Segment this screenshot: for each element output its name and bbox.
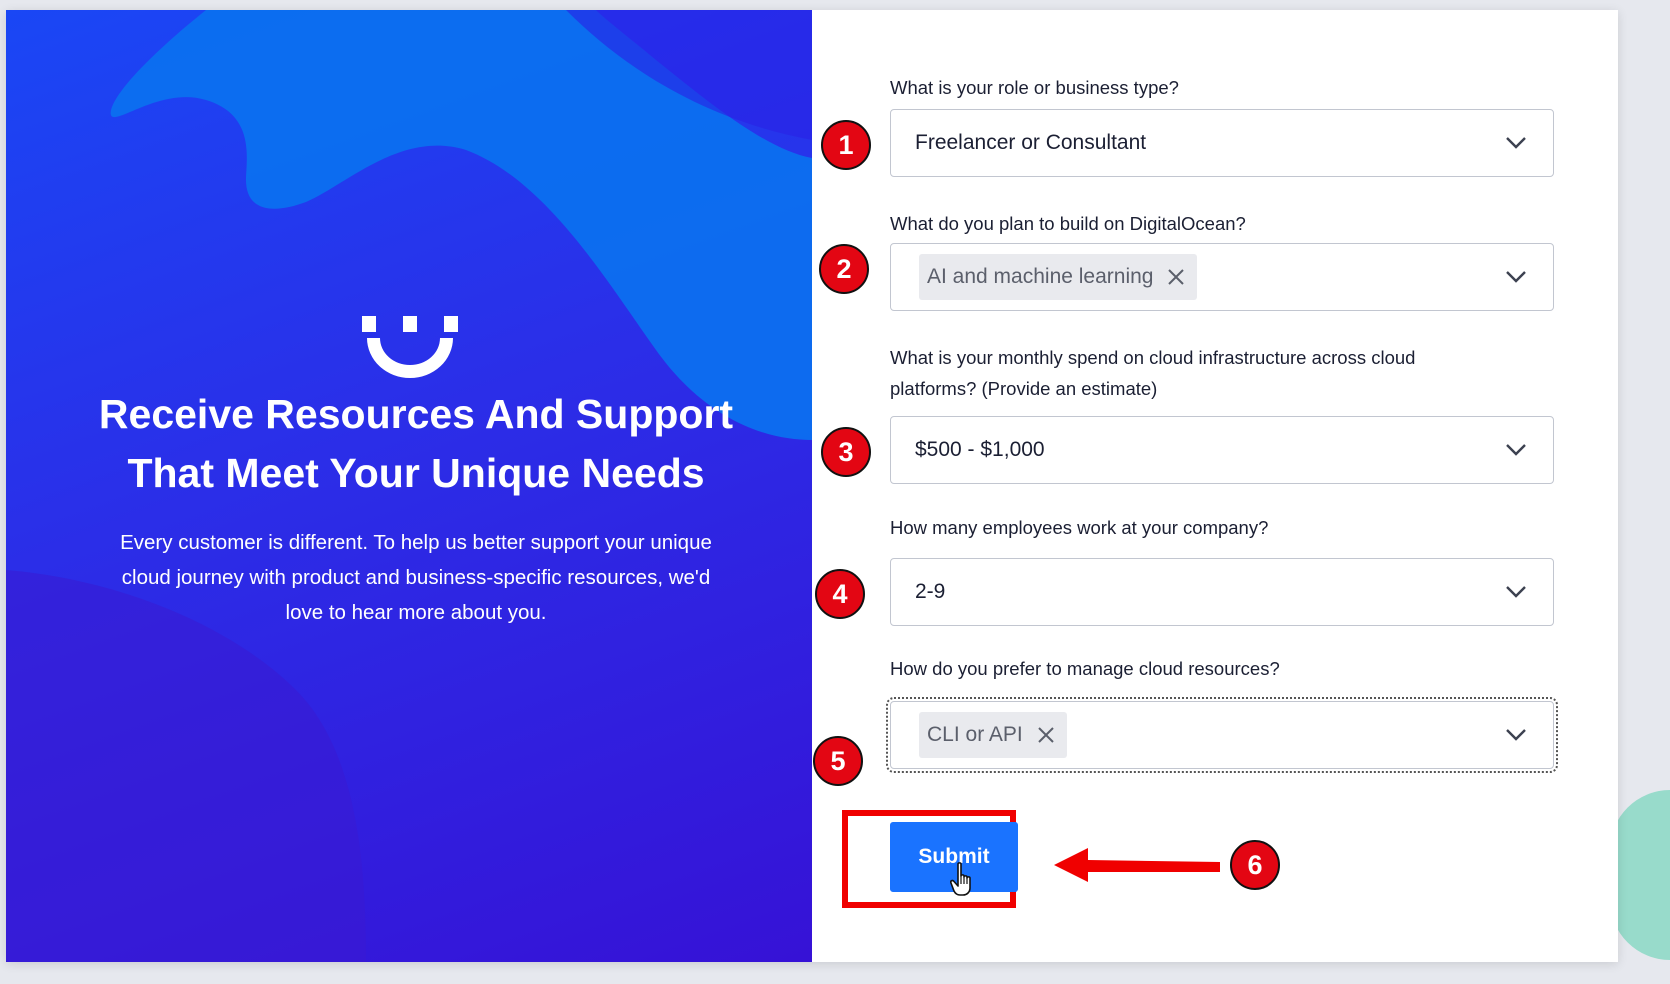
manage-question-label: How do you prefer to manage cloud resour… — [890, 658, 1280, 679]
spend-select-value: $500 - $1,000 — [915, 438, 1045, 461]
spend-label-line-2: platforms? (Provide an estimate) — [890, 378, 1158, 399]
role-select-value: Freelancer or Consultant — [915, 131, 1147, 154]
hero-description-line-1: Every customer is different. To help us … — [120, 531, 712, 554]
hero-description: Every customer is different. To help us … — [68, 525, 764, 630]
step-badge-4: 4 — [815, 569, 865, 619]
chevron-down-icon — [1506, 444, 1526, 456]
hero-description-line-3: love to hear more about you. — [285, 601, 547, 624]
hero-panel: Receive Resources And Support That Meet … — [6, 10, 812, 962]
hero-headline-line-1: Receive Resources And Support — [98, 391, 734, 437]
remove-chip-icon[interactable] — [1035, 724, 1057, 746]
signup-survey-card: Receive Resources And Support That Meet … — [6, 10, 1618, 962]
step-badge-3: 3 — [821, 427, 871, 477]
selected-chip: CLI or API — [919, 712, 1067, 758]
background-decoration — [1610, 790, 1670, 960]
red-arrow-icon — [1054, 848, 1220, 882]
spend-select[interactable]: $500 - $1,000 — [890, 416, 1554, 484]
chip-label: AI and machine learning — [927, 265, 1154, 288]
spend-label-line-1: What is your monthly spend on cloud infr… — [890, 347, 1416, 368]
hero-headline: Receive Resources And Support That Meet … — [46, 385, 786, 503]
role-select[interactable]: Freelancer or Consultant — [890, 109, 1554, 177]
chevron-down-icon — [1506, 729, 1526, 741]
hero-headline-line-2: That Meet Your Unique Needs — [127, 450, 705, 496]
remove-chip-icon[interactable] — [1165, 266, 1187, 288]
build-multiselect[interactable]: AI and machine learning — [890, 243, 1554, 311]
step-badge-1: 1 — [821, 120, 871, 170]
hand-pointer-cursor-icon — [950, 862, 971, 896]
chevron-down-icon — [1506, 271, 1526, 283]
brand-logo-icon — [362, 316, 458, 378]
spend-question-label: What is your monthly spend on cloud infr… — [890, 342, 1490, 404]
employees-question-label: How many employees work at your company? — [890, 517, 1269, 538]
selected-chip: AI and machine learning — [919, 254, 1198, 300]
step-badge-6: 6 — [1230, 840, 1280, 890]
chevron-down-icon — [1506, 137, 1526, 149]
survey-form: What is your role or business type? Free… — [812, 10, 1618, 962]
role-question-label: What is your role or business type? — [890, 77, 1179, 98]
chevron-down-icon — [1506, 586, 1526, 598]
step-badge-2: 2 — [819, 244, 869, 294]
manage-multiselect[interactable]: CLI or API — [886, 697, 1558, 773]
employees-select[interactable]: 2-9 — [890, 558, 1554, 626]
hero-description-line-2: cloud journey with product and business-… — [121, 566, 711, 589]
step-badge-5: 5 — [813, 736, 863, 786]
build-question-label: What do you plan to build on DigitalOcea… — [890, 213, 1246, 234]
employees-select-value: 2-9 — [915, 580, 946, 603]
chip-label: CLI or API — [927, 723, 1023, 746]
